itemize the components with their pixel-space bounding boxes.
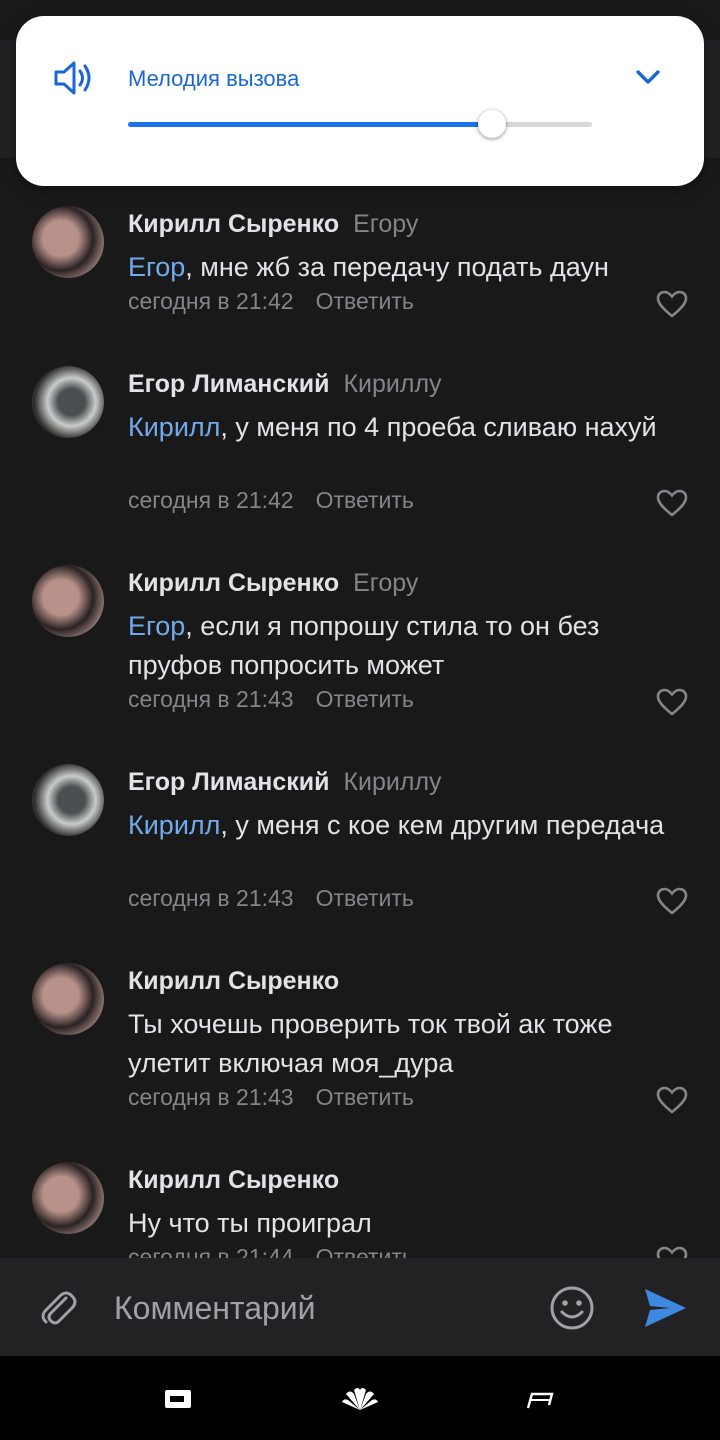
chevron-down-icon[interactable] xyxy=(634,66,662,88)
comment-composer xyxy=(0,1258,720,1356)
comment-reply-to: Кириллу xyxy=(343,768,442,796)
comment-text: Ты хочешь проверить ток твой ак тоже уле… xyxy=(128,1005,688,1083)
avatar[interactable] xyxy=(32,206,104,278)
reply-button[interactable]: Ответить xyxy=(316,487,414,513)
comment-meta: сегодня в 21:44 Ответить xyxy=(128,1244,414,1258)
comment-meta: сегодня в 21:43 Ответить xyxy=(128,686,414,713)
comment-author[interactable]: Кирилл Сыренко xyxy=(128,210,339,238)
comment-body: Ты хочешь проверить ток твой ак тоже уле… xyxy=(128,1009,613,1078)
comment-header: Егор Лиманский Кириллу xyxy=(128,370,442,399)
comment-meta: сегодня в 21:42 Ответить xyxy=(128,487,414,514)
reply-button[interactable]: Ответить xyxy=(316,288,414,314)
heart-icon[interactable] xyxy=(656,1086,688,1114)
comment-time: сегодня в 21:42 xyxy=(128,288,294,314)
avatar[interactable] xyxy=(32,963,104,1035)
reply-button[interactable]: Ответить xyxy=(316,686,414,712)
heart-icon[interactable] xyxy=(656,290,688,318)
comment-time: сегодня в 21:42 xyxy=(128,487,294,513)
comment-reply-to: Егору xyxy=(353,210,419,238)
reply-button[interactable]: Ответить xyxy=(316,885,414,911)
comment-text: Кирилл, у меня с кое кем другим передача xyxy=(128,806,688,845)
reply-button[interactable]: Ответить xyxy=(316,1084,414,1110)
comment-time: сегодня в 21:43 xyxy=(128,885,294,911)
comment-text: Егор, если я попрошу стила то он без пру… xyxy=(128,607,688,685)
comment-reply-to: Егору xyxy=(353,569,419,597)
comment-header: Егор Лиманский Кириллу xyxy=(128,768,442,797)
comment-meta: сегодня в 21:43 Ответить xyxy=(128,1084,414,1111)
avatar[interactable] xyxy=(32,1162,104,1234)
comment-meta: сегодня в 21:42 Ответить xyxy=(128,288,414,315)
comment-author[interactable]: Кирилл Сыренко xyxy=(128,967,339,995)
recent-apps-icon[interactable] xyxy=(524,1388,554,1410)
volume-slider[interactable] xyxy=(128,110,592,138)
comment-author[interactable]: Егор Лиманский xyxy=(128,370,329,398)
send-icon[interactable] xyxy=(642,1286,688,1330)
avatar[interactable] xyxy=(32,366,104,438)
avatar[interactable] xyxy=(32,764,104,836)
smiley-icon[interactable] xyxy=(548,1284,596,1332)
comment-mention[interactable]: Егор xyxy=(128,252,185,282)
huawei-logo-icon[interactable] xyxy=(340,1384,380,1412)
comment-time: сегодня в 21:43 xyxy=(128,1084,294,1110)
comment-time: сегодня в 21:44 xyxy=(128,1244,294,1258)
comment-body: , у меня по 4 проеба сливаю нахуй xyxy=(220,412,657,442)
comment-time: сегодня в 21:43 xyxy=(128,686,294,712)
comment-mention[interactable]: Кирилл xyxy=(128,810,220,840)
heart-icon[interactable] xyxy=(656,489,688,517)
speaker-icon[interactable] xyxy=(52,58,96,98)
volume-slider-fill xyxy=(128,122,493,127)
comment-header: Кирилл Сыренко Егору xyxy=(128,210,418,239)
exit-icon[interactable] xyxy=(164,1388,194,1410)
comment-meta: сегодня в 21:43 Ответить xyxy=(128,885,414,912)
comment-body: , у меня с кое кем другим передача xyxy=(220,810,665,840)
comment-body: , мне жб за передачу подать даун xyxy=(185,252,609,282)
volume-stream-title: Мелодия вызова xyxy=(128,66,300,91)
comment-author[interactable]: Кирилл Сыренко xyxy=(128,569,339,597)
comment-header: Кирилл Сыренко Егору xyxy=(128,569,418,598)
comment-text: Егор, мне жб за передачу подать даун xyxy=(128,248,688,287)
comment-input[interactable] xyxy=(112,1280,536,1336)
comment-author[interactable]: Кирилл Сыренко xyxy=(128,1166,339,1194)
comment-mention[interactable]: Кирилл xyxy=(128,412,220,442)
reply-button[interactable]: Ответить xyxy=(316,1244,414,1258)
heart-icon[interactable] xyxy=(656,887,688,915)
comment-mention[interactable]: Егор xyxy=(128,611,185,641)
comments-list[interactable]: Кирилл Сыренко Егору Егор, мне жб за пере… xyxy=(0,186,720,1258)
comment-body: Ну что ты проиграл xyxy=(128,1208,372,1238)
comment-body: , если я попрошу стила то он без пруфов … xyxy=(128,611,600,680)
heart-icon[interactable] xyxy=(656,1246,688,1258)
comment-text: Кирилл, у меня по 4 проеба сливаю нахуй xyxy=(128,408,688,447)
comment-header: Кирилл Сыренко xyxy=(128,1166,339,1195)
comment-author[interactable]: Егор Лиманский xyxy=(128,768,329,796)
comment-text: Ну что ты проиграл xyxy=(128,1204,688,1243)
paperclip-icon[interactable] xyxy=(36,1286,80,1330)
volume-popup: Мелодия вызова xyxy=(16,16,704,186)
heart-icon[interactable] xyxy=(656,688,688,716)
avatar[interactable] xyxy=(32,565,104,637)
comment-header: Кирилл Сыренко xyxy=(128,967,339,996)
comment-reply-to: Кириллу xyxy=(343,370,442,398)
volume-slider-thumb[interactable] xyxy=(478,110,507,138)
